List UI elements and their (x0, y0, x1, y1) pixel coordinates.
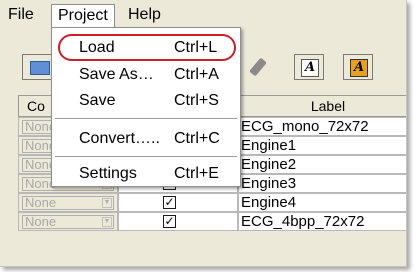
combo-value: None (25, 195, 57, 210)
tool-button[interactable] (248, 54, 278, 80)
menu-item-save-as[interactable]: Save As… Ctrl+A (52, 63, 240, 87)
checkmark-icon: ✓ (164, 214, 175, 228)
combo-value: None (25, 214, 57, 229)
menu-item-label: Load (79, 39, 115, 56)
menu-bar: File Project Help (0, 0, 406, 30)
menu-item-shortcut: Ctrl+S (174, 92, 219, 109)
enabled-cell: ✓ (118, 212, 238, 231)
menu-item-shortcut: Ctrl+A (174, 66, 219, 83)
label-cell[interactable]: Engine4 (238, 193, 406, 212)
text-style-button[interactable]: A (343, 54, 373, 80)
label-cell[interactable]: ECG_4bpp_72x72 (238, 212, 406, 231)
label-cell[interactable]: Engine2 (238, 155, 406, 174)
menu-help[interactable]: Help (123, 4, 166, 26)
menu-separator (55, 118, 237, 120)
enabled-checkbox[interactable]: ✓ (163, 196, 176, 209)
table-row[interactable]: None ▼ ✓ ECG_4bpp_72x72 (18, 212, 406, 231)
checkmark-icon: ✓ (164, 195, 175, 209)
menu-project[interactable]: Project (51, 4, 115, 28)
enabled-cell: ✓ (118, 193, 238, 212)
app-window: File Project Help A A Co Label None▼✓ECG… (0, 0, 407, 267)
combo-select[interactable]: None ▼ (22, 196, 114, 210)
chevron-down-icon[interactable]: ▼ (102, 217, 112, 227)
label-cell[interactable]: Engine3 (238, 174, 406, 193)
menu-separator (55, 156, 237, 158)
wrench-icon (249, 57, 267, 77)
combo-cell: None ▼ (18, 212, 118, 231)
column-header-label[interactable]: Label (238, 95, 406, 117)
menu-item-shortcut: Ctrl+L (174, 39, 218, 56)
table-row[interactable]: None ▼ ✓ Engine4 (18, 193, 406, 212)
menu-file[interactable]: File (3, 4, 39, 26)
menu-item-shortcut: Ctrl+C (174, 130, 220, 147)
menu-item-shortcut: Ctrl+E (174, 165, 219, 182)
menu-item-label: Convert….. (79, 130, 160, 147)
menu-item-label: Save As… (79, 66, 154, 83)
menu-item-load[interactable]: Load Ctrl+L (52, 36, 240, 60)
enabled-checkbox[interactable]: ✓ (163, 215, 176, 228)
project-menu-dropdown: Load Ctrl+L Save As… Ctrl+A Save Ctrl+S … (51, 27, 241, 187)
menu-item-save[interactable]: Save Ctrl+S (52, 89, 240, 113)
open-folder-icon (30, 61, 50, 75)
text-button[interactable]: A (294, 54, 324, 80)
menu-item-label: Save (79, 92, 116, 109)
text-a-orange-icon: A (350, 59, 368, 77)
menu-item-convert[interactable]: Convert….. Ctrl+C (52, 127, 240, 151)
menu-item-label: Settings (79, 165, 137, 182)
text-a-icon: A (301, 59, 319, 77)
combo-cell: None ▼ (18, 193, 118, 212)
label-cell[interactable]: Engine1 (238, 136, 406, 155)
chevron-down-icon[interactable]: ▼ (102, 198, 112, 208)
menu-item-settings[interactable]: Settings Ctrl+E (52, 162, 240, 186)
label-cell[interactable]: ECG_mono_72x72 (238, 117, 406, 136)
combo-select[interactable]: None ▼ (22, 215, 114, 229)
